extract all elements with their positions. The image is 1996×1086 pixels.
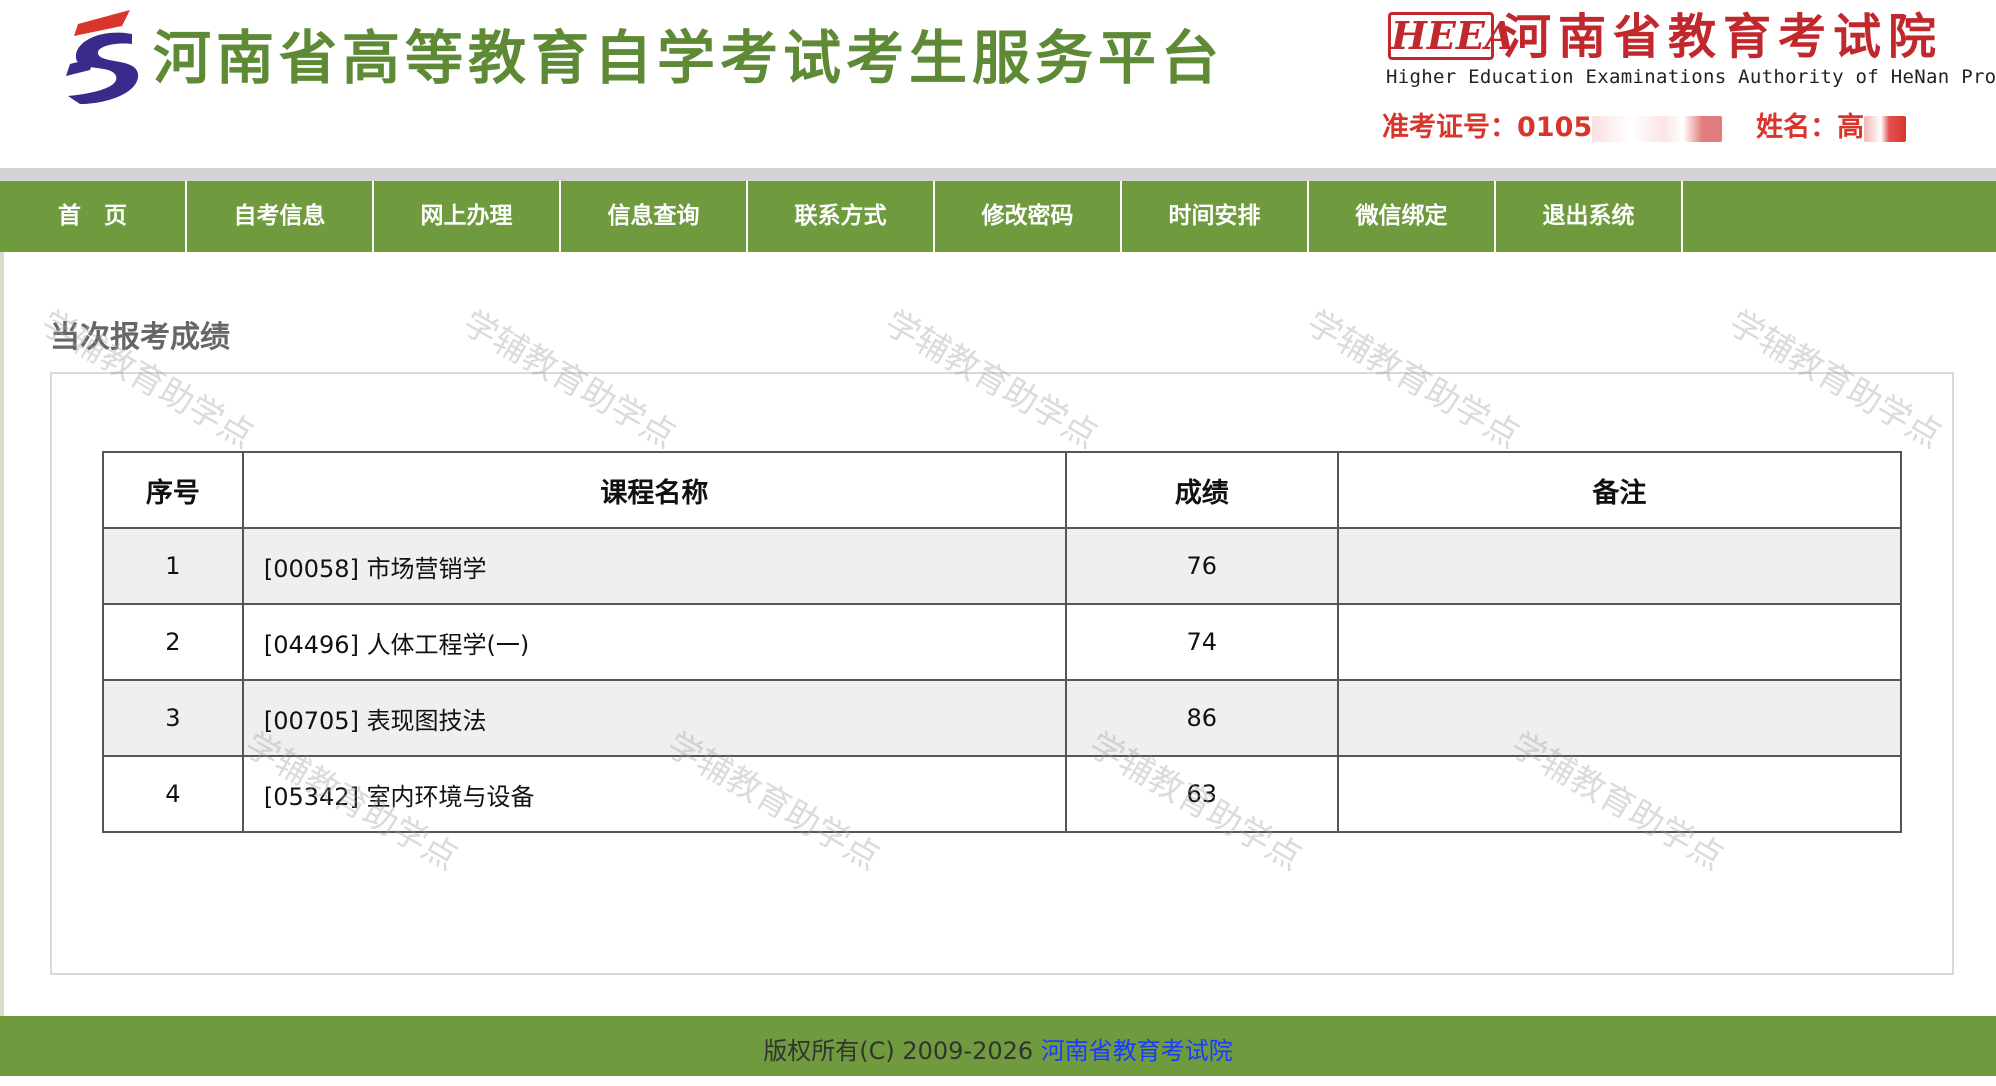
user-info: 准考证号：0105 姓名：高 xyxy=(1382,110,1907,146)
nav-item-wechat-binding[interactable]: 微信绑定 xyxy=(1309,181,1496,252)
column-header-score: 成绩 xyxy=(1064,451,1339,529)
table-row: 4 [05342] 室内环境与设备 63 xyxy=(102,755,1903,833)
scores-table: 序号 课程名称 成绩 备注 1 [00058] 市场营销学 76 2 [0449… xyxy=(102,451,1903,833)
platform-logo-icon xyxy=(66,10,139,104)
row-number: 4 xyxy=(102,755,244,833)
score-value: 86 xyxy=(1064,679,1339,757)
copyright-text: 版权所有(C) 2009-2026 xyxy=(763,1037,1041,1065)
heea-logo: HEEA xyxy=(1388,12,1514,60)
column-header-course: 课程名称 xyxy=(241,451,1067,529)
note-value xyxy=(1336,527,1903,605)
table-row: 3 [00705] 表现图技法 86 xyxy=(102,679,1903,757)
header-divider xyxy=(0,168,1996,181)
nav-item-schedule[interactable]: 时间安排 xyxy=(1122,181,1309,252)
nav-item-exam-info[interactable]: 自考信息 xyxy=(187,181,374,252)
page-footer: 版权所有(C) 2009-2026 河南省教育考试院 xyxy=(0,1016,1996,1076)
note-value xyxy=(1336,603,1903,681)
redaction-blur xyxy=(1592,115,1723,142)
course-name: [04496] 人体工程学(一) xyxy=(241,603,1067,681)
course-name: [05342] 室内环境与设备 xyxy=(241,755,1067,833)
table-row: 2 [04496] 人体工程学(一) 74 xyxy=(102,603,1903,681)
score-value: 63 xyxy=(1064,755,1339,833)
page-header: 河南省高等教育自学考试考生服务平台 HEEA 河南省教育考试院 Higher E… xyxy=(0,0,1996,168)
column-header-note: 备注 xyxy=(1336,451,1903,529)
table-row: 1 [00058] 市场营销学 76 xyxy=(102,527,1903,605)
ticket-number-label: 准考证号： xyxy=(1382,112,1517,143)
student-name-label: 姓名： xyxy=(1756,112,1838,143)
nav-item-contact[interactable]: 联系方式 xyxy=(748,181,935,252)
score-value: 74 xyxy=(1064,603,1339,681)
table-header-row: 序号 课程名称 成绩 备注 xyxy=(102,451,1903,529)
nav-item-change-password[interactable]: 修改密码 xyxy=(935,181,1122,252)
nav-item-online-service[interactable]: 网上办理 xyxy=(374,181,561,252)
nav-item-home[interactable]: 首 页 xyxy=(0,181,187,252)
nav-item-info-query[interactable]: 信息查询 xyxy=(561,181,748,252)
nav-item-logout[interactable]: 退出系统 xyxy=(1496,181,1683,252)
score-value: 76 xyxy=(1064,527,1339,605)
site-title: 河南省高等教育自学考试考生服务平台 xyxy=(153,24,1225,92)
authority-name-en: Higher Education Examinations Authority … xyxy=(1386,66,1996,88)
note-value xyxy=(1336,679,1903,757)
note-value xyxy=(1336,755,1903,833)
row-number: 1 xyxy=(102,527,244,605)
student-name-value: 高 xyxy=(1837,112,1865,143)
redaction-blur xyxy=(1864,115,1907,142)
course-name: [00058] 市场营销学 xyxy=(241,527,1067,605)
row-number: 3 xyxy=(102,679,244,757)
section-title: 当次报考成绩 xyxy=(50,320,230,355)
course-name: [00705] 表现图技法 xyxy=(241,679,1067,757)
authority-name-cn: 河南省教育考试院 xyxy=(1503,9,1944,65)
ticket-number-value: 0105 xyxy=(1517,112,1593,143)
row-number: 2 xyxy=(102,603,244,681)
main-nav: 首 页 自考信息 网上办理 信息查询 联系方式 修改密码 时间安排 微信绑定 退… xyxy=(0,181,1996,252)
footer-authority-link[interactable]: 河南省教育考试院 xyxy=(1041,1037,1233,1065)
column-header-number: 序号 xyxy=(102,451,244,529)
